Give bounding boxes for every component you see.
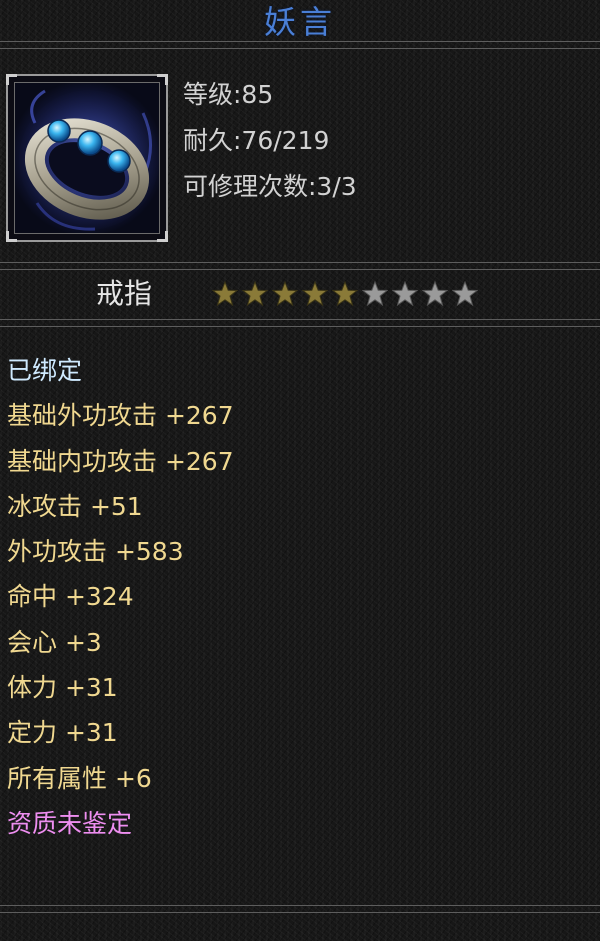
star-filled-icon — [332, 281, 358, 307]
divider — [0, 912, 600, 913]
item-icon-frame — [6, 74, 168, 242]
attribute-row: 基础外功攻击 +267 — [7, 401, 234, 431]
level-text: 等级:85 — [183, 80, 274, 109]
star-filled-icon — [302, 281, 328, 307]
item-type: 戒指 — [96, 277, 153, 310]
item-tooltip: 妖言 等级:85 耐久:76/219 可修理次数:3/3 戒指 已绑定 基础外功… — [0, 0, 600, 941]
star-filled-icon — [212, 281, 238, 307]
attribute-row: 所有属性 +6 — [7, 763, 152, 793]
star-empty-icon — [392, 281, 418, 307]
divider — [0, 326, 600, 327]
star-empty-icon — [452, 281, 478, 307]
quality-status: 资质未鉴定 — [7, 808, 133, 838]
star-rating — [212, 281, 478, 307]
divider — [0, 905, 600, 906]
attribute-row: 体力 +31 — [7, 673, 118, 703]
star-empty-icon — [362, 281, 388, 307]
star-filled-icon — [242, 281, 268, 307]
divider — [0, 319, 600, 320]
item-name: 妖言 — [263, 3, 336, 41]
attribute-row: 命中 +324 — [7, 582, 134, 612]
attribute-row: 基础内功攻击 +267 — [7, 446, 234, 476]
divider — [0, 48, 600, 49]
attribute-list: 已绑定 基础外功攻击 +267 基础内功攻击 +267 冰攻击 +51 外功攻击 +5… — [7, 348, 234, 846]
attribute-row: 冰攻击 +51 — [7, 491, 143, 521]
divider — [0, 269, 600, 270]
ring-with-blue-gems-icon — [14, 82, 160, 234]
durability-text: 耐久:76/219 — [183, 126, 330, 155]
item-stats: 等级:85 耐久:76/219 可修理次数:3/3 — [183, 72, 357, 210]
divider — [0, 41, 600, 42]
attribute-row: 会心 +3 — [7, 627, 102, 657]
attribute-row: 定力 +31 — [7, 718, 118, 748]
divider — [0, 262, 600, 263]
star-filled-icon — [272, 281, 298, 307]
repair-count-text: 可修理次数:3/3 — [183, 172, 357, 201]
attribute-row: 外功攻击 +583 — [7, 537, 184, 567]
star-empty-icon — [422, 281, 448, 307]
bound-status: 已绑定 — [7, 356, 83, 385]
